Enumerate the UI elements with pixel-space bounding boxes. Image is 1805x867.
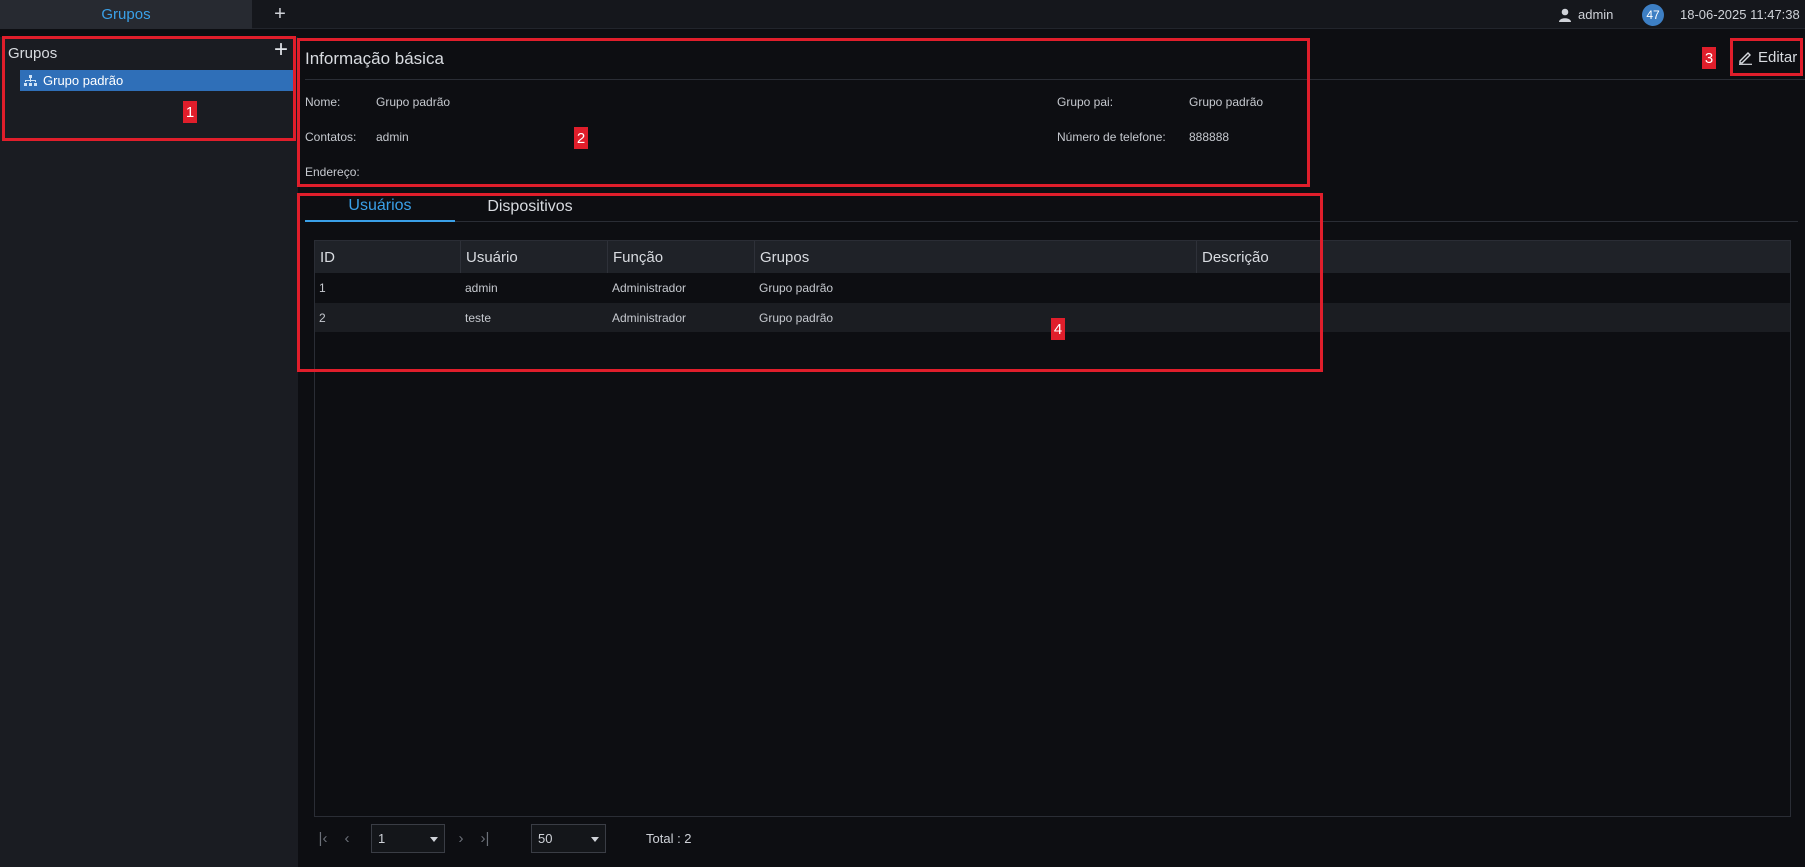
parent-group-label: Grupo pai: [1057, 95, 1114, 109]
sidebar: Grupos + Grupo padrão [0, 37, 298, 867]
page-size-select[interactable]: 50 [531, 824, 606, 853]
user-menu[interactable]: admin [1558, 0, 1613, 29]
pencil-icon [1739, 52, 1752, 65]
cell-grupos: Grupo padrão [759, 310, 834, 325]
last-page-icon[interactable]: ›| [476, 829, 494, 847]
cell-descricao [1197, 273, 1790, 302]
main-panel: Informação básica Editar Nome: Grupo pad… [298, 37, 1805, 867]
user-name: admin [1578, 7, 1614, 22]
page-value: 1 [378, 831, 386, 846]
basic-info-title: Informação básica [305, 49, 444, 68]
tab-grupos[interactable]: Grupos [0, 0, 252, 29]
contacts-value: admin [376, 130, 409, 144]
column-header-funcao[interactable]: Função [608, 241, 755, 273]
divider [305, 79, 1805, 80]
table-header: ID Usuário Função Grupos Descrição [315, 241, 1790, 273]
top-bar: Grupos + admin 47 18-06-2025 11:47:38 [0, 0, 1805, 29]
chevron-down-icon [591, 837, 599, 842]
tree-item-label: Grupo padrão [43, 73, 124, 88]
sidebar-title: Grupos [8, 45, 58, 62]
tab-dispositivos[interactable]: Dispositivos [455, 192, 605, 222]
name-label: Nome: [305, 95, 341, 109]
edit-label: Editar [1758, 49, 1798, 66]
annotation-label-4: 4 [1051, 318, 1065, 340]
cell-usuario: admin [465, 280, 498, 295]
column-header-id[interactable]: ID [315, 241, 461, 273]
annotation-label-1: 1 [183, 101, 197, 123]
page-select[interactable]: 1 [371, 824, 445, 853]
add-group-button[interactable]: + [274, 38, 288, 62]
cell-descricao [1197, 303, 1790, 332]
page-size-value: 50 [538, 831, 553, 846]
clock: 18-06-2025 11:47:38 [1680, 7, 1800, 22]
address-label: Endereço: [305, 165, 360, 179]
parent-group-value: Grupo padrão [1189, 95, 1264, 109]
cell-funcao: Administrador [612, 310, 687, 325]
table-row[interactable]: 1 admin Administrador Grupo padrão [315, 273, 1790, 302]
tab-bar: Usuários Dispositivos [305, 192, 1798, 222]
cell-id: 2 [319, 310, 326, 325]
cell-id: 1 [319, 280, 326, 295]
cell-funcao: Administrador [612, 280, 687, 295]
annotation-label-2: 2 [574, 127, 588, 149]
tree-item-grupo-padrao[interactable]: Grupo padrão [20, 70, 294, 91]
tab-usuarios[interactable]: Usuários [305, 192, 455, 222]
annotation-label-3: 3 [1702, 47, 1716, 69]
chevron-down-icon [430, 837, 438, 842]
column-header-descricao[interactable]: Descrição [1197, 241, 1790, 273]
prev-page-icon[interactable]: ‹ [338, 829, 356, 847]
user-icon [1559, 8, 1571, 22]
cell-usuario: teste [465, 310, 492, 325]
phone-label: Número de telefone: [1057, 130, 1166, 144]
notification-badge[interactable]: 47 [1642, 4, 1664, 26]
column-header-usuario[interactable]: Usuário [461, 241, 608, 273]
name-value: Grupo padrão [376, 95, 451, 109]
column-header-grupos[interactable]: Grupos [755, 241, 1197, 273]
add-tab-button[interactable]: + [266, 0, 294, 29]
phone-value: 888888 [1189, 130, 1230, 144]
total-count: Total : 2 [646, 831, 692, 846]
org-tree-icon [24, 75, 37, 86]
first-page-icon[interactable]: |‹ [314, 829, 332, 847]
edit-button[interactable]: Editar [1738, 49, 1797, 66]
cell-grupos: Grupo padrão [759, 280, 834, 295]
contacts-label: Contatos: [305, 130, 357, 144]
next-page-icon[interactable]: › [452, 829, 470, 847]
